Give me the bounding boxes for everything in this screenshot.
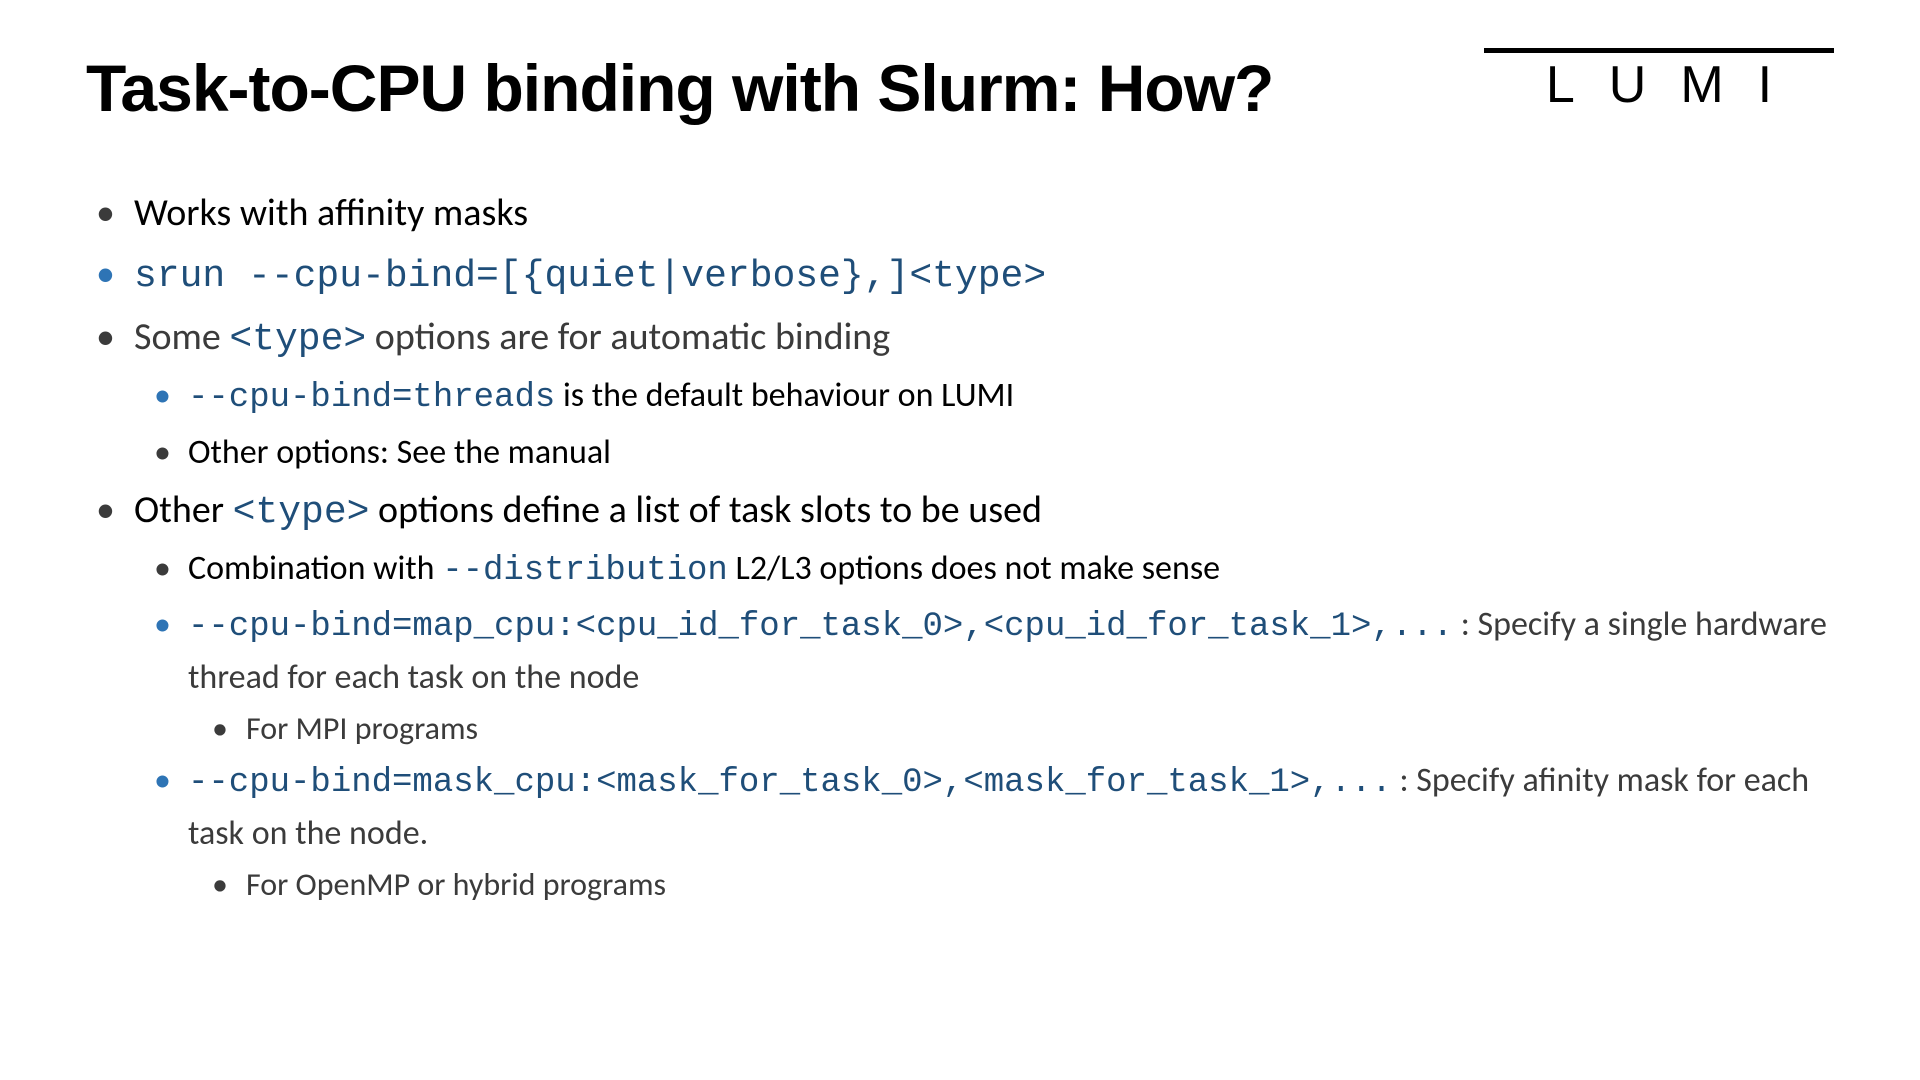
sublist: Combination with --distribution L2/L3 op…	[134, 544, 1834, 908]
code: --cpu-bind=threads	[188, 379, 555, 417]
text: For MPI programs	[246, 709, 478, 748]
subsubbullet-mpi: For MPI programs	[188, 706, 1834, 752]
text-pre: Other	[134, 487, 233, 533]
text-pre: Some	[134, 314, 229, 360]
subbullet-mask-cpu: --cpu-bind=mask_cpu:<mask_for_task_0>,<m…	[134, 756, 1834, 908]
lumi-logo: LUMI	[1484, 48, 1834, 111]
logo-text: LUMI	[1484, 59, 1834, 111]
subbullet-distribution: Combination with --distribution L2/L3 op…	[134, 544, 1834, 596]
sublist: --cpu-bind=threads is the default behavi…	[134, 371, 1834, 477]
bullet-other-type-list: Other <type> options define a list of ta…	[86, 483, 1834, 908]
code-type: <type>	[229, 318, 366, 361]
bullet-some-type-auto: Some <type> options are for automatic bi…	[86, 310, 1834, 477]
text-post: options are for automatic binding	[366, 314, 890, 360]
text: Works with affinity masks	[134, 190, 528, 236]
slide: LUMI Task-to-CPU binding with Slurm: How…	[0, 0, 1920, 1080]
subbullet-threads-default: --cpu-bind=threads is the default behavi…	[134, 371, 1834, 423]
text: Other options: See the manual	[188, 432, 611, 473]
text: is the default behaviour on LUMI	[555, 375, 1014, 416]
text-pre: Combination with	[188, 548, 442, 589]
text-post: L2/L3 options does not make sense	[728, 548, 1220, 589]
bullet-affinity-masks: Works with affinity masks	[86, 186, 1834, 241]
bullet-srun-cmd: srun --cpu-bind=[{quiet|verbose},]<type>	[86, 247, 1834, 304]
bullet-list: Works with affinity masks srun --cpu-bin…	[86, 186, 1834, 908]
code: --cpu-bind=map_cpu:<cpu_id_for_task_0>,<…	[188, 608, 1453, 646]
subsublist: For OpenMP or hybrid programs	[188, 862, 1834, 908]
subsubbullet-openmp: For OpenMP or hybrid programs	[188, 862, 1834, 908]
code-type: <type>	[233, 491, 370, 534]
code: srun --cpu-bind=[{quiet|verbose},]<type>	[134, 255, 1046, 298]
subbullet-map-cpu: --cpu-bind=map_cpu:<cpu_id_for_task_0>,<…	[134, 600, 1834, 752]
text-post: options define a list of task slots to b…	[369, 487, 1042, 533]
code: --distribution	[442, 552, 728, 590]
logo-overline	[1484, 48, 1834, 53]
subbullet-other-options: Other options: See the manual	[134, 428, 1834, 477]
code: --cpu-bind=mask_cpu:<mask_for_task_0>,<m…	[188, 764, 1392, 802]
subsublist: For MPI programs	[188, 706, 1834, 752]
text: For OpenMP or hybrid programs	[246, 865, 666, 904]
